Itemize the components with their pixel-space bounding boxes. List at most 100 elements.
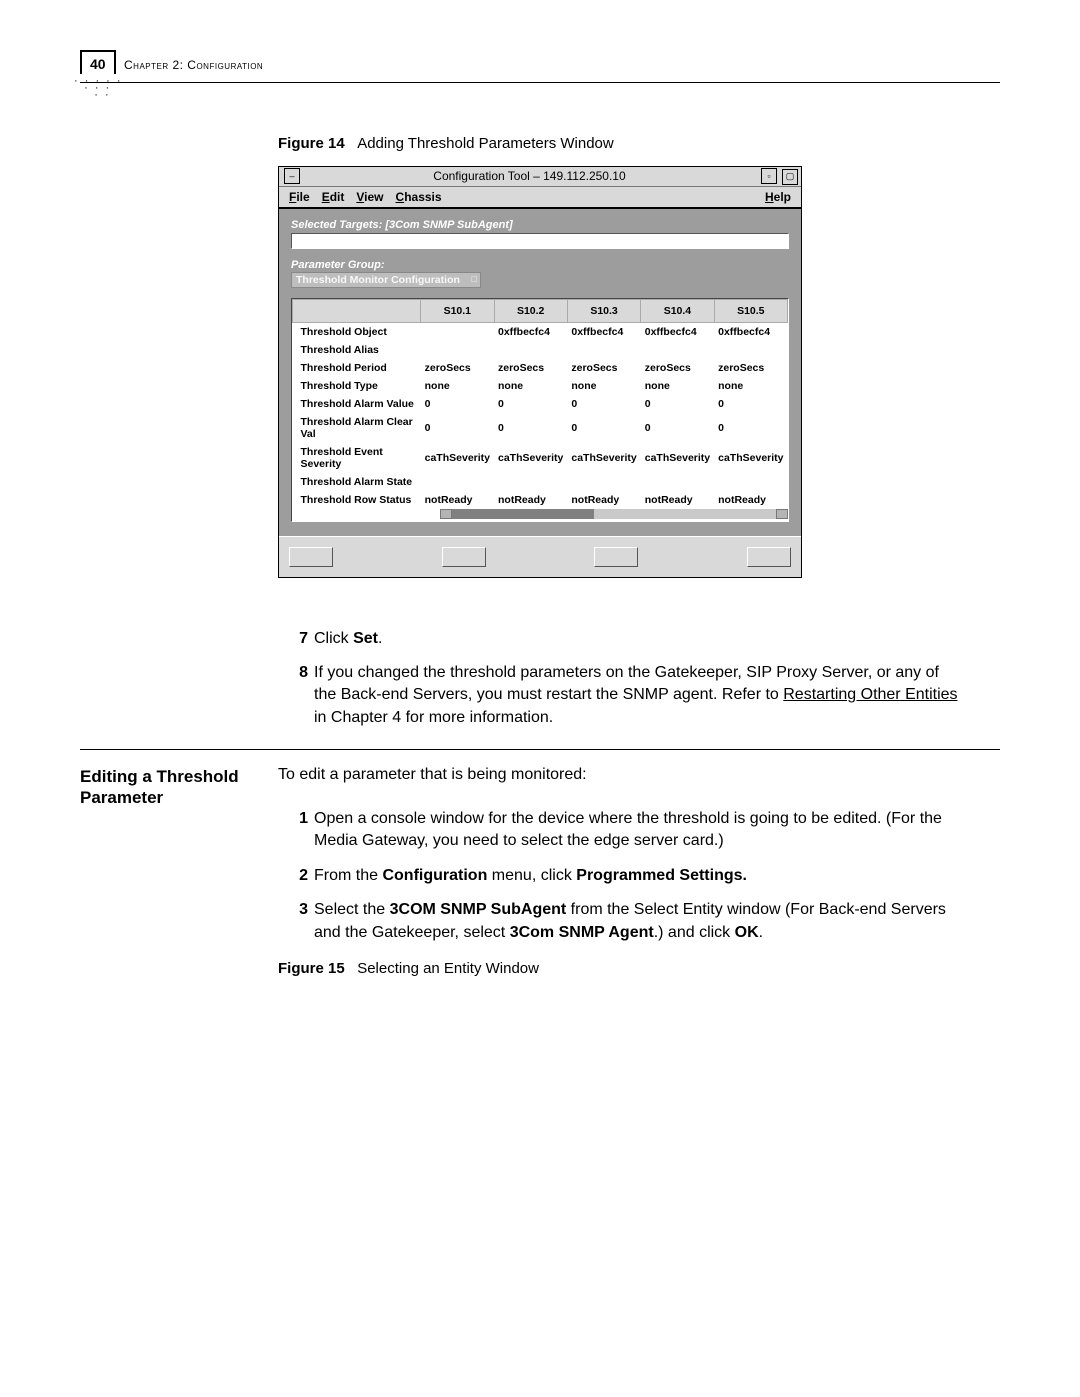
cell[interactable]: none [494,377,567,395]
table-row: Threshold Event SeveritycaThSeveritycaTh… [293,443,788,473]
menubar: File Edit View Chassis Help [279,187,801,209]
window-maximize-icon[interactable]: ▢ [782,169,798,185]
cell[interactable] [421,322,494,341]
section-heading: Editing a Threshold Parameter [80,766,250,977]
step-list-upper: 7 Click Set. 8 If you changed the thresh… [278,628,960,730]
cell[interactable]: 0xffbecfc4 [567,322,640,341]
cell[interactable]: notReady [494,491,567,509]
cell[interactable] [494,341,567,359]
header-rule [80,82,1000,83]
figure-15-label: Figure 15 [278,960,345,977]
cell[interactable]: zeroSecs [421,359,494,377]
col-header: S10.1 [421,299,494,322]
cell[interactable]: none [714,377,787,395]
cell[interactable]: notReady [421,491,494,509]
cell[interactable]: none [641,377,714,395]
cell[interactable] [421,473,494,491]
cell[interactable]: notReady [567,491,640,509]
window-minimize-icon[interactable]: ▫ [761,168,777,184]
step-8: 8 If you changed the threshold parameter… [278,662,960,729]
row-label: Threshold Type [293,377,421,395]
parameter-group-label: Parameter Group: [291,259,789,271]
cell[interactable]: 0 [714,413,787,443]
row-label: Threshold Alarm Clear Val [293,413,421,443]
cell[interactable]: caThSeverity [494,443,567,473]
cell[interactable]: 0xffbecfc4 [714,322,787,341]
scroll-thumb[interactable] [452,509,594,519]
cell[interactable]: zeroSecs [641,359,714,377]
figure-14-caption: Figure 14 Adding Threshold Parameters Wi… [278,135,960,152]
cell[interactable] [494,473,567,491]
menu-help[interactable]: Help [765,190,791,204]
col-header: S10.5 [714,299,787,322]
section-lead: To edit a parameter that is being monito… [278,766,960,784]
cell[interactable]: 0xffbecfc4 [494,322,567,341]
table-header-row: S10.1 S10.2 S10.3 S10.4 S10.5 [293,299,788,322]
cell[interactable]: 0 [641,413,714,443]
cell[interactable] [714,473,787,491]
row-label: Threshold Alarm Value [293,395,421,413]
figure-14-text: Adding Threshold Parameters Window [357,135,614,152]
step-number: 1 [278,808,314,853]
cross-ref-link[interactable]: Restarting Other Entities [783,686,957,703]
cell[interactable]: none [567,377,640,395]
cell[interactable] [567,473,640,491]
cell[interactable]: notReady [641,491,714,509]
cell[interactable]: 0 [421,413,494,443]
cell[interactable]: 0 [641,395,714,413]
config-tool-window: – Configuration Tool – 149.112.250.10 ▫ … [278,166,802,578]
window-title: Configuration Tool – 149.112.250.10 [300,169,759,183]
table-row: Threshold PeriodzeroSecszeroSecszeroSecs… [293,359,788,377]
table-row: Threshold Typenonenonenonenonenone [293,377,788,395]
cell[interactable]: 0 [714,395,787,413]
cell[interactable]: zeroSecs [567,359,640,377]
cell[interactable]: 0 [494,395,567,413]
step-number: 3 [278,899,314,944]
col-header: S10.3 [567,299,640,322]
selected-targets-field[interactable] [291,233,789,249]
parameter-group-dropdown[interactable]: Threshold Monitor Configuration [291,272,481,288]
cell[interactable]: caThSeverity [641,443,714,473]
table-row: Threshold Alarm Value00000 [293,395,788,413]
cell[interactable]: 0xffbecfc4 [641,322,714,341]
decorative-dots: · · · · · · · · · · [74,78,123,99]
cell[interactable]: zeroSecs [714,359,787,377]
cell[interactable]: 0 [567,413,640,443]
threshold-table: S10.1 S10.2 S10.3 S10.4 S10.5 Threshold … [291,298,789,522]
cell[interactable]: zeroSecs [494,359,567,377]
menu-file[interactable]: File [289,190,310,204]
step-number: 2 [278,865,314,887]
cell[interactable]: 0 [494,413,567,443]
menu-chassis[interactable]: Chassis [396,190,442,204]
cell[interactable] [641,473,714,491]
table-row: Threshold Row StatusnotReadynotReadynotR… [293,491,788,509]
menu-edit[interactable]: Edit [322,190,345,204]
menu-view[interactable]: View [356,190,383,204]
table-row: Threshold Alarm State [293,473,788,491]
cell[interactable]: caThSeverity [714,443,787,473]
bottom-button-1[interactable] [289,547,333,567]
cell[interactable] [567,341,640,359]
bottom-button-2[interactable] [442,547,486,567]
scroll-left-icon[interactable] [440,509,452,519]
cell[interactable]: 0 [421,395,494,413]
row-label: Threshold Row Status [293,491,421,509]
cell[interactable]: notReady [714,491,787,509]
table-row: Threshold Alias [293,341,788,359]
bottom-button-4[interactable] [747,547,791,567]
cell[interactable] [641,341,714,359]
step-3: 3 Select the 3COM SNMP SubAgent from the… [278,899,960,944]
cell[interactable]: caThSeverity [421,443,494,473]
cell[interactable] [714,341,787,359]
cell[interactable]: 0 [567,395,640,413]
scroll-right-icon[interactable] [776,509,788,519]
cell[interactable]: none [421,377,494,395]
bottom-button-3[interactable] [594,547,638,567]
window-menu-icon[interactable]: – [284,168,300,184]
selected-targets-label: Selected Targets: [3Com SNMP SubAgent] [291,219,789,231]
horizontal-scrollbar[interactable] [440,509,788,519]
step-2: 2 From the Configuration menu, click Pro… [278,865,960,887]
step-number: 8 [278,662,314,729]
cell[interactable]: caThSeverity [567,443,640,473]
cell[interactable] [421,341,494,359]
